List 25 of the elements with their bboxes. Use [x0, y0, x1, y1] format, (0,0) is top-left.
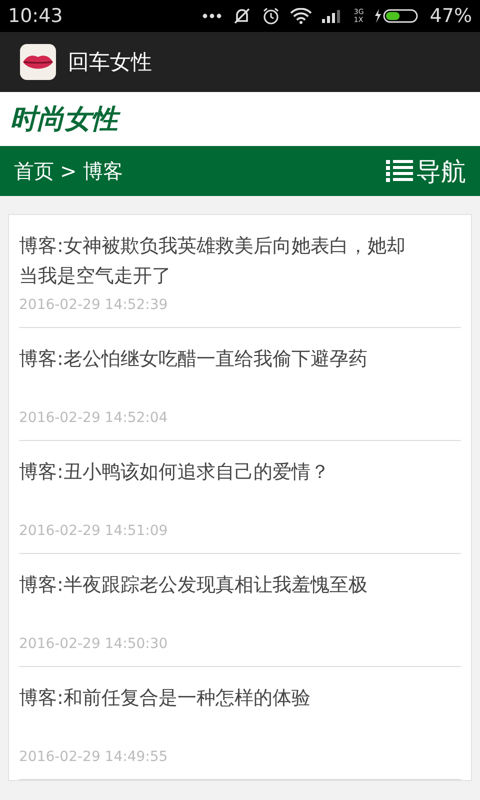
post-title-link[interactable]: 博客:和前任复合是一种怎样的体验 — [19, 683, 419, 713]
battery-icon — [374, 8, 420, 24]
post-date: 2016-02-29 14:52:39 — [19, 297, 169, 313]
breadcrumb-separator: > — [60, 159, 77, 183]
app-title: 回车女性 — [68, 49, 152, 76]
breadcrumb-link[interactable]: 博客 — [82, 158, 123, 184]
more-icon — [202, 13, 222, 19]
post-title-link[interactable]: 博客:丑小鸭该如何追求自己的爱情？ — [19, 457, 419, 487]
status-time: 10:43 — [8, 5, 64, 27]
post-title-link[interactable]: 博客:半夜跟踪老公发现真相让我羞愧至极 — [19, 570, 419, 600]
post-title-link[interactable]: 博客:女神被欺负我英雄救美后向她表白，她却当我是空气走开了 — [19, 231, 419, 291]
post-date: 2016-02-29 14:51:09 — [19, 523, 169, 539]
post-date: 2016-02-29 14:49:55 — [19, 749, 169, 765]
alarm-icon — [262, 7, 280, 25]
post-title-link[interactable]: 博客:老公怕继女吃醋一直给我偷下避孕药 — [19, 344, 419, 374]
navigation-button[interactable]: 导航 — [386, 154, 466, 188]
battery-percent: 47% — [430, 5, 472, 27]
muted-bell-icon — [232, 7, 252, 25]
lips-logo-icon — [20, 44, 56, 80]
site-title: 时尚女性 — [10, 101, 118, 137]
post-date: 2016-02-29 14:52:04 — [19, 410, 169, 426]
post-date: 2016-02-29 14:50:30 — [19, 636, 169, 652]
list-icon — [386, 159, 414, 183]
breadcrumb-link[interactable]: 首页 — [14, 158, 54, 184]
wifi-icon — [290, 8, 312, 24]
